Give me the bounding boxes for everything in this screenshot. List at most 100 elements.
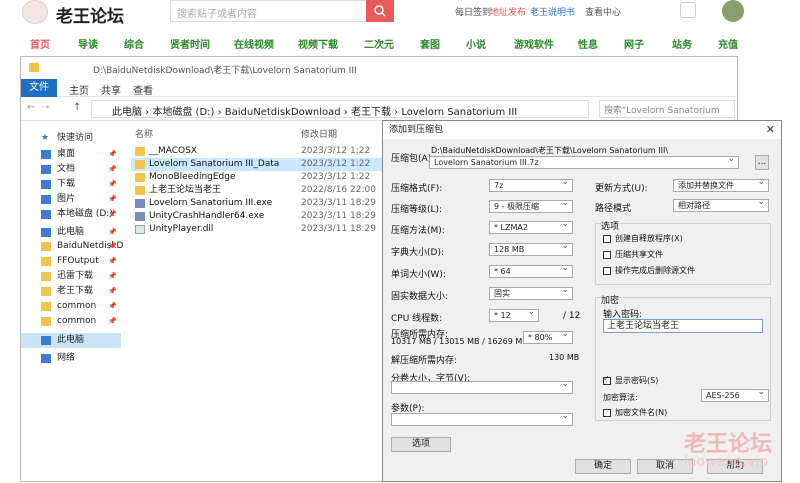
nav-item[interactable]: 性息 (578, 36, 598, 51)
solid-select[interactable]: 固实 (489, 287, 573, 300)
tab-share[interactable]: 共享 (101, 82, 121, 97)
nav-pane-item[interactable]: BaiduNetdiskD 📌 (21, 239, 123, 254)
pin-icon[interactable]: 📌 (108, 192, 117, 207)
params-input[interactable] (391, 413, 573, 426)
threads-select[interactable]: * 12 (489, 309, 539, 322)
file-row[interactable]: 上老王论坛当老王 2022/8/16 22:00 (131, 184, 391, 197)
pin-icon[interactable]: 📌 (108, 207, 117, 222)
browse-button[interactable]: ... (755, 155, 769, 170)
pin-icon[interactable]: 📌 (108, 284, 117, 299)
nav-pane-label: 老王下载 (57, 286, 94, 296)
nav-item[interactable]: 导读 (78, 36, 98, 51)
split-select[interactable] (391, 381, 573, 394)
breadcrumb-this-pc[interactable]: 此电脑 (112, 107, 142, 118)
breadcrumb-laowang[interactable]: 老王下载 (351, 107, 391, 118)
nav-pane-item[interactable]: 此电脑 📌 (21, 225, 121, 240)
file-row[interactable]: __MACOSX 2023/3/12 1:22 (131, 145, 391, 158)
nav-item[interactable]: 套图 (420, 36, 440, 51)
pathmode-select[interactable]: 相对路径 (673, 199, 769, 212)
nav-item[interactable]: 小说 (466, 36, 486, 51)
close-icon[interactable]: ✕ (766, 123, 775, 136)
nav-pane-item[interactable]: 桌面 📌 (21, 147, 121, 162)
ok-button[interactable]: 确定 (575, 459, 631, 474)
view-center-link[interactable]: 查看中心 (585, 5, 621, 18)
file-row[interactable]: UnityCrashHandler64.exe 2023/3/11 18:29 (131, 210, 391, 223)
manual-link[interactable]: 老王说明书 (530, 5, 575, 18)
pin-icon[interactable]: 📌 (108, 314, 117, 329)
nav-item[interactable]: 网子 (624, 36, 644, 51)
nav-pane-item[interactable]: 下载 📌 (21, 177, 121, 192)
mem-percent-select[interactable]: * 80% (523, 331, 573, 344)
method-select[interactable]: * LZMA2 (489, 221, 573, 234)
breadcrumb-current[interactable]: Lovelorn Sanatorium III (401, 107, 517, 118)
tab-home[interactable]: 主页 (69, 82, 89, 97)
nav-pane-item[interactable]: common 📌 (21, 299, 121, 314)
up-arrow-icon[interactable]: ↑ (73, 102, 81, 113)
pin-icon[interactable]: 📌 (108, 162, 117, 177)
back-arrow-icon[interactable]: ← (27, 102, 35, 113)
nav-item[interactable]: 综合 (124, 36, 144, 51)
breadcrumb-baidu[interactable]: BaiduNetdiskDownload (225, 107, 341, 118)
site-search-button[interactable] (366, 0, 394, 22)
nav-item[interactable]: 在线视频 (234, 36, 274, 51)
address-box[interactable]: 此电脑 › 本地磁盘 (D:) › BaiduNetdiskDownload ›… (91, 100, 589, 118)
site-logo-text[interactable]: 老王论坛 (56, 2, 124, 27)
nav-pane-item[interactable]: 图片 📌 (21, 192, 121, 207)
nav-pane-item[interactable]: 迅雷下载 📌 (21, 269, 121, 284)
sfx-checkbox[interactable] (603, 235, 611, 243)
nav-pane-item[interactable]: 老王下载 📌 (21, 284, 121, 299)
format-select[interactable]: 7z (489, 179, 573, 192)
password-input[interactable]: 上老王论坛当老王 (603, 319, 763, 333)
enc-method-select[interactable]: AES-256 (701, 389, 769, 402)
dict-select[interactable]: 128 MB (489, 243, 573, 256)
nav-item[interactable]: 站务 (672, 36, 692, 51)
delete-checkbox[interactable] (603, 267, 611, 275)
file-row[interactable]: MonoBleedingEdge 2023/3/12 1:22 (131, 171, 391, 184)
nav-pane-item[interactable]: 网络 (21, 351, 121, 366)
shared-checkbox[interactable] (603, 251, 611, 259)
word-select[interactable]: * 64 (489, 265, 573, 278)
nav-item[interactable]: 贤者时间 (170, 36, 210, 51)
site-search-input[interactable]: 搜索贴子或者内容 (170, 0, 366, 22)
folder-icon (135, 160, 145, 169)
nav-item[interactable]: 充值 (718, 36, 738, 51)
tab-file[interactable]: 文件 (21, 79, 57, 97)
file-row[interactable]: UnityPlayer.dll 2023/3/11 18:29 (131, 223, 391, 236)
checkin-link[interactable]: 每日签到 (455, 5, 491, 18)
nav-pane-item[interactable]: 此电脑 (21, 333, 121, 348)
level-select[interactable]: 9 - 极限压缩 (489, 200, 573, 213)
nav-pane-item[interactable]: ★ 快速访问 (21, 131, 121, 146)
pin-icon[interactable]: 📌 (108, 225, 117, 240)
nav-pane-item[interactable]: common 📌 (21, 314, 121, 329)
column-date-header[interactable]: 修改日期 (301, 127, 337, 140)
pin-icon[interactable]: 📌 (108, 239, 117, 254)
breadcrumb-drive[interactable]: 本地磁盘 (D:) (152, 107, 214, 118)
site-logo-icon[interactable] (22, 0, 48, 24)
nav-item[interactable]: 游戏软件 (514, 36, 554, 51)
file-row[interactable]: Lovelorn Sanatorium III.exe 2023/3/11 18:… (131, 197, 391, 210)
tab-view[interactable]: 查看 (133, 82, 153, 97)
nav-pane-item[interactable]: 文档 📌 (21, 162, 121, 177)
encrypt-names-checkbox[interactable] (603, 409, 611, 417)
user-avatar[interactable] (722, 0, 744, 22)
show-password-checkbox[interactable] (603, 374, 611, 385)
pin-icon[interactable]: 📌 (108, 299, 117, 314)
message-icon[interactable] (680, 2, 696, 18)
nav-pane-item[interactable]: FFOutput 📌 (21, 254, 121, 269)
nav-item[interactable]: 视频下载 (298, 36, 338, 51)
file-row[interactable]: Lovelorn Sanatorium III_Data 2023/3/12 1:… (131, 158, 391, 171)
explorer-search-input[interactable]: 搜索"Lovelorn Sanatorium ... (599, 100, 735, 126)
update-select[interactable]: 添加并替换文件 (673, 179, 769, 192)
nav-pane-item[interactable]: 本地磁盘 (D:) 📌 (21, 207, 121, 222)
pin-icon[interactable]: 📌 (108, 254, 117, 269)
pin-icon[interactable]: 📌 (108, 177, 117, 192)
address-link[interactable]: 地址发布 (490, 5, 526, 18)
nav-item[interactable]: 二次元 (364, 36, 394, 51)
options-button[interactable]: 选项 (391, 437, 451, 452)
forward-arrow-icon[interactable]: → (41, 102, 49, 113)
nav-item[interactable]: 首页 (30, 36, 50, 51)
pin-icon[interactable]: 📌 (108, 269, 117, 284)
column-name-header[interactable]: 名称 (135, 127, 153, 140)
pin-icon[interactable]: 📌 (108, 147, 117, 162)
archive-name-field[interactable]: Lovelorn Sanatorium III.7z (429, 156, 739, 169)
